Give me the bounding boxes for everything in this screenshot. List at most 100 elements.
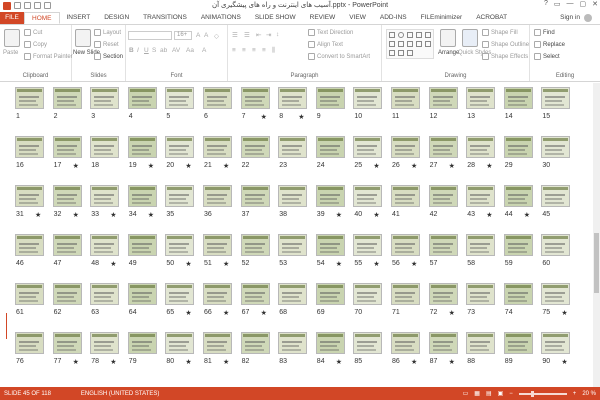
tab-transitions[interactable]: TRANSITIONS [136,12,194,24]
slide-thumbnail[interactable]: 31 ★ [15,185,44,219]
animation-star-icon[interactable]: ★ [35,211,41,219]
slide-thumbnail[interactable]: 21 ★ [203,136,232,170]
slide-thumbnail[interactable]: 2 [52,87,82,120]
slide-preview[interactable] [353,136,383,158]
animation-star-icon[interactable]: ★ [486,162,492,170]
slide-thumbnail[interactable]: 13 [466,87,496,120]
minimize-button[interactable]: — [567,0,574,8]
bold-icon[interactable]: B [129,47,134,54]
slide-thumbnail[interactable]: 49 [127,234,157,267]
tab-insert[interactable]: INSERT [60,12,98,24]
slide-thumbnail[interactable]: 72 ★ [428,283,458,317]
slide-preview[interactable] [203,136,232,158]
slide-preview[interactable] [428,87,458,109]
slide-thumbnail[interactable]: 48 ★ [90,234,120,268]
slide-preview[interactable] [315,136,345,158]
slide-thumbnail[interactable]: 38 [278,185,308,218]
animation-star-icon[interactable]: ★ [73,211,79,219]
slide-preview[interactable] [240,332,270,354]
help-button[interactable]: ? [544,0,548,8]
slide-preview[interactable] [428,283,458,305]
font-size-select[interactable]: 16+ [174,31,192,40]
animation-star-icon[interactable]: ★ [148,162,154,170]
slide-preview[interactable] [203,185,232,207]
slide-thumbnail[interactable]: 64 [127,283,157,316]
slide-preview[interactable] [353,332,383,354]
decrease-indent-icon[interactable]: ⇤ [256,31,261,39]
animation-star-icon[interactable]: ★ [336,260,342,268]
slide-thumbnail[interactable]: 9 [315,87,345,120]
slide-thumbnail[interactable]: 46 [15,234,44,267]
slide-thumbnail[interactable]: 58 [466,234,496,267]
copy-button[interactable]: Copy [24,41,47,48]
slide-thumbnail[interactable]: 83 [278,332,308,365]
slide-thumbnail[interactable]: 74 [503,283,533,316]
slide-thumbnail[interactable]: 1 [15,87,44,120]
animation-star-icon[interactable]: ★ [223,162,229,170]
slide-preview[interactable] [315,234,345,256]
zoom-slider[interactable] [518,390,567,397]
slide-thumbnail[interactable]: 33 ★ [90,185,120,219]
slide-thumbnail[interactable]: 36 [203,185,232,218]
slide-preview[interactable] [503,87,533,109]
slide-thumbnail[interactable]: 10 [353,87,383,120]
line-spacing-icon[interactable]: ↕ [276,31,279,38]
new-slide-icon[interactable] [75,29,91,47]
slide-preview[interactable] [541,283,571,305]
zoom-knob[interactable] [530,390,534,397]
animation-star-icon[interactable]: ★ [561,309,567,317]
animation-star-icon[interactable]: ★ [185,260,191,268]
slide-preview[interactable] [165,332,195,354]
align-center-icon[interactable]: ≡ [242,47,246,54]
animation-star-icon[interactable]: ★ [185,358,191,366]
block-arrow-icon[interactable] [407,50,413,56]
font-family-select[interactable] [128,31,172,40]
animation-star-icon[interactable]: ★ [561,358,567,366]
slide-thumbnail[interactable]: 12 [428,87,458,120]
paste-icon[interactable] [4,29,20,47]
shapes-gallery[interactable] [386,29,434,59]
animation-star-icon[interactable]: ★ [110,211,116,219]
slide-preview[interactable] [315,283,345,305]
slide-preview[interactable] [52,234,82,256]
slide-preview[interactable] [428,185,458,207]
layout-button[interactable]: Layout [94,29,121,36]
slide-preview[interactable] [503,136,533,158]
slide-preview[interactable] [315,87,345,109]
slide-thumbnail[interactable]: 67 ★ [240,283,270,317]
slide-thumbnail[interactable]: 82 [240,332,270,365]
align-left-icon[interactable]: ≡ [232,47,236,54]
shape-effects-button[interactable]: Shape Effects [482,53,528,60]
slide-thumbnail[interactable]: 90 ★ [541,332,571,366]
columns-icon[interactable]: ⫼ [272,47,275,55]
slide-thumbnail[interactable]: 7 ★ [240,87,270,121]
animation-star-icon[interactable]: ★ [148,211,154,219]
slide-thumbnail[interactable]: 11 [391,87,420,120]
animation-star-icon[interactable]: ★ [110,358,116,366]
slide-preview[interactable] [541,87,571,109]
slide-thumbnail[interactable]: 18 [90,136,120,169]
animation-star-icon[interactable]: ★ [73,162,79,170]
slide-thumbnail[interactable]: 30 [541,136,571,169]
paste-button[interactable]: Paste [3,50,18,56]
slide-thumbnail[interactable]: 5 [165,87,195,120]
find-button[interactable]: Find [534,29,555,36]
slide-preview[interactable] [240,283,270,305]
slide-preview[interactable] [503,185,533,207]
slide-preview[interactable] [90,332,120,354]
shrink-font-icon[interactable]: A [204,32,208,39]
slide-thumbnail[interactable]: 40 ★ [353,185,383,219]
zoom-out-icon[interactable]: − [509,391,513,397]
select-button[interactable]: Select [534,53,560,60]
slide-thumbnail[interactable]: 4 [127,87,157,120]
animation-star-icon[interactable]: ★ [185,162,191,170]
slide-preview[interactable] [466,234,496,256]
textbox-icon[interactable] [389,50,395,56]
curve-icon[interactable] [407,41,413,47]
tab-home[interactable]: HOME [24,12,60,24]
animation-star-icon[interactable]: ★ [411,358,417,366]
slide-thumbnail[interactable]: 71 [391,283,420,316]
normal-view-icon[interactable]: ▭ [463,390,469,397]
slide-preview[interactable] [541,185,571,207]
slide-thumbnail[interactable]: 51 ★ [203,234,232,268]
